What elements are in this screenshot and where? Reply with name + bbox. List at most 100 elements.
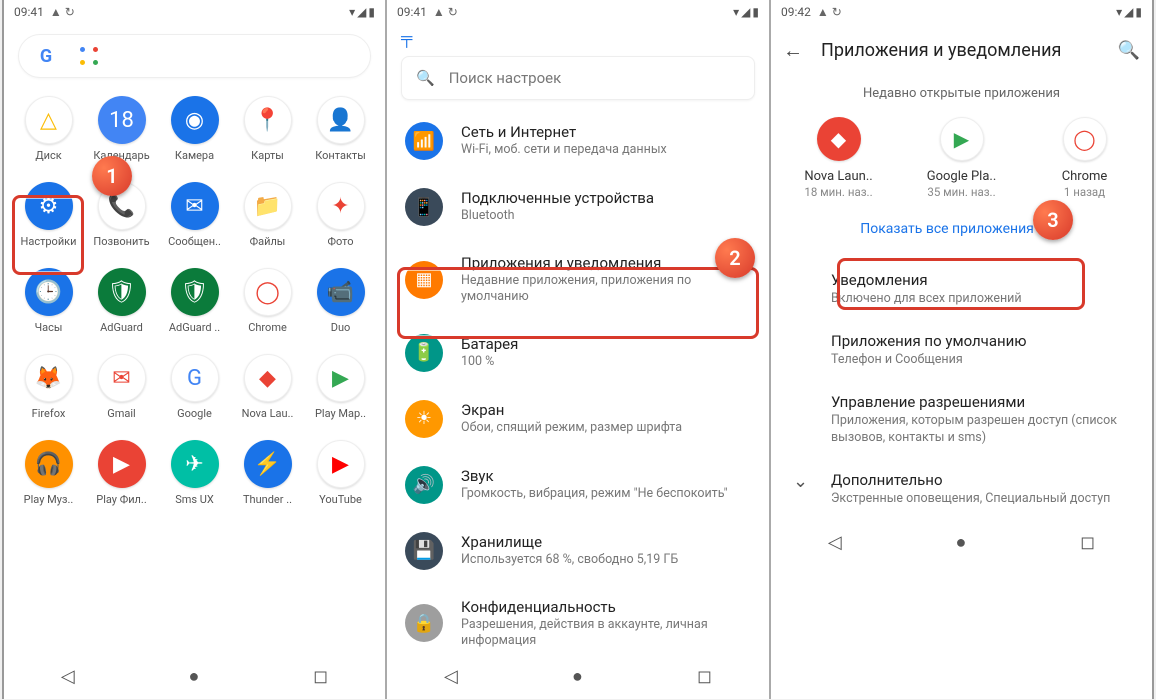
pref-item-3[interactable]: Дополнительно Экстренные оповещения, Спе… [771,459,1152,520]
status-time: 09:41 [397,5,427,19]
pref-item-2[interactable]: Управление разрешениями Приложения, кото… [771,381,1152,459]
setting-item-6[interactable]: 💾 Хранилище Используется 68 %, свободно … [387,518,769,584]
app-настройки[interactable]: ⚙ Настройки [12,178,85,264]
nav-recent-icon[interactable]: ◻ [697,666,712,687]
setting-item-4[interactable]: ☀ Экран Обои, спящий режим, размер шрифт… [387,386,769,452]
nav-recent-icon[interactable]: ◻ [1080,532,1095,553]
step-2-badge: 2 [715,238,755,278]
app-label: Фото [328,235,354,248]
recent-app-timestamp: 35 мин. наз.. [927,185,995,199]
setting-subtitle: Wi-Fi, моб. сети и передача данных [461,142,667,158]
setting-icon: 🔋 [405,334,443,372]
recent-app-icon: ◯ [1063,117,1107,161]
app-карты[interactable]: 📍 Карты [231,92,304,178]
app-файлы[interactable]: 📁 Файлы [231,178,304,264]
setting-item-3[interactable]: 🔋 Батарея 100 % [387,320,769,386]
nav-home-icon[interactable]: ● [572,666,583,687]
app-label: Play Фил.. [96,493,146,506]
wifi-icon: ▾ [1116,5,1122,19]
settings-search-bar[interactable]: 🔍 Поиск настроек [401,56,755,100]
nav-home-icon[interactable]: ● [955,532,966,553]
app-bar: ← Приложения и уведомления 🔍 [771,24,1152,76]
back-arrow-icon[interactable]: ← [783,38,803,63]
app-icon: G [171,354,219,402]
app-диск[interactable]: △ Диск [12,92,85,178]
app-youtube[interactable]: ▶ YouTube [304,436,377,522]
wifi-icon: ▾ [733,5,739,19]
setting-item-1[interactable]: 📱 Подключенные устройства Bluetooth [387,174,769,240]
filter-icon[interactable]: ╤ [387,24,769,48]
app-nova-lau-[interactable]: ◆ Nova Lau.. [231,350,304,436]
app-icon: 🎧 [25,440,73,488]
app-sms-ux[interactable]: ✈ Sms UX [158,436,231,522]
app-grid: △ Диск18 Календарь◉ Камера📍 Карты👤 Конта… [4,88,385,653]
nav-home-icon[interactable]: ● [188,666,199,687]
nav-back-icon[interactable]: ◁ [828,532,842,553]
recent-app-1[interactable]: ▶ Google Pla.. 35 мин. наз.. [907,117,1017,199]
screen-2-settings: 09:41 ▲ ↻ ▾ ◢ ▮ ╤ 🔍 Поиск настроек 📶 Сет… [386,0,770,699]
app-duo[interactable]: 📹 Duo [304,264,377,350]
step-3-badge: 3 [1033,200,1073,240]
nav-back-icon[interactable]: ◁ [444,666,458,687]
pref-item-1[interactable]: Приложения по умолчанию Телефон и Сообще… [771,320,1152,381]
pref-title: Управление разрешениями [831,393,1132,411]
assistant-icon[interactable] [77,44,101,68]
setting-text: Хранилище Используется 68 %, свободно 5,… [461,533,678,568]
app-фото[interactable]: ✦ Фото [304,178,377,264]
setting-subtitle: Bluetooth [461,208,654,224]
app-icon: 🛡 [171,268,219,316]
app-google[interactable]: G Google [158,350,231,436]
setting-title: Хранилище [461,533,678,551]
recent-apps-header: Недавно открытые приложения [771,76,1152,107]
app-adguard[interactable]: 🛡 AdGuard [85,264,158,350]
app-play-муз-[interactable]: 🎧 Play Муз.. [12,436,85,522]
setting-item-7[interactable]: 🔒 Конфиденциальность Разрешения, действи… [387,584,769,654]
setting-subtitle: 100 % [461,354,518,370]
show-all-apps-button[interactable]: Показать все приложения (37) [771,199,1152,259]
recent-app-0[interactable]: ◆ Nova Laun.. 18 мин. наз.. [784,117,894,199]
app-icon: ◯ [244,268,292,316]
app-icon: ▶ [317,354,365,402]
app-icon: ⚡ [244,440,292,488]
setting-title: Подключенные устройства [461,189,654,207]
signal-icon: ◢ [741,5,750,19]
setting-item-2[interactable]: ▦ Приложения и уведомления Недавние прил… [387,240,769,320]
settings-search-placeholder: Поиск настроек [449,69,562,87]
pref-title: Приложения по умолчанию [831,332,1132,350]
search-icon[interactable]: 🔍 [1118,40,1140,61]
recent-apps-row: ◆ Nova Laun.. 18 мин. наз..▶ Google Pla.… [771,107,1152,199]
app-label: Позвонить [93,235,149,248]
app-контакты[interactable]: 👤 Контакты [304,92,377,178]
recent-app-icon: ▶ [940,117,984,161]
refresh-icon: ↻ [65,5,75,19]
app-chrome[interactable]: ◯ Chrome [231,264,304,350]
setting-icon: 💾 [405,532,443,570]
app-play-фил-[interactable]: ▶ Play Фил.. [85,436,158,522]
app-firefox[interactable]: 🦊 Firefox [12,350,85,436]
app-label: Play Муз.. [24,493,74,506]
pref-subtitle: Экстренные оповещения, Специальный досту… [831,491,1132,508]
setting-icon: 🔒 [405,604,443,642]
app-thunder-[interactable]: ⚡ Thunder .. [231,436,304,522]
google-search-bar[interactable]: G [18,34,371,78]
app-icon: 🛡 [98,268,146,316]
pref-item-0[interactable]: Уведомления Включено для всех приложений [771,259,1152,320]
app-сообщен-[interactable]: ✉ Сообщен.. [158,178,231,264]
app-gmail[interactable]: ✉ Gmail [85,350,158,436]
recent-app-2[interactable]: ◯ Chrome 1 назад [1030,117,1140,199]
setting-item-5[interactable]: 🔊 Звук Громкость, вибрация, режим "Не бе… [387,452,769,518]
app-play-мар-[interactable]: ▶ Play Мар.. [304,350,377,436]
app-icon: 🕒 [25,268,73,316]
app-label: Nova Lau.. [242,407,294,420]
nav-back-icon[interactable]: ◁ [61,666,75,687]
setting-title: Сеть и Интернет [461,123,667,141]
nav-recent-icon[interactable]: ◻ [313,666,328,687]
app-камера[interactable]: ◉ Камера [158,92,231,178]
setting-icon: 📱 [405,188,443,226]
app-icon: 👤 [317,96,365,144]
status-left-icons: ▲ ↻ [50,5,75,19]
app-часы[interactable]: 🕒 Часы [12,264,85,350]
setting-text: Подключенные устройства Bluetooth [461,189,654,224]
app-adguard-[interactable]: 🛡 AdGuard .. [158,264,231,350]
setting-item-0[interactable]: 📶 Сеть и Интернет Wi-Fi, моб. сети и пер… [387,108,769,174]
